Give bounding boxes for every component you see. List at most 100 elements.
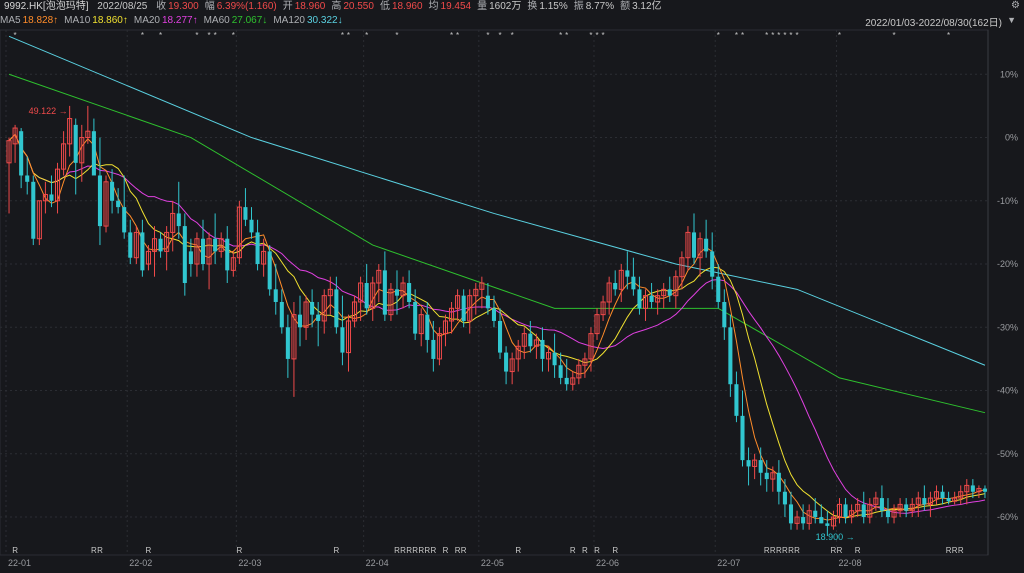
event-r-mark: R	[430, 546, 436, 555]
candle-body	[316, 314, 321, 321]
candle-body	[825, 523, 830, 526]
candle-body	[540, 339, 545, 359]
candle-body	[116, 200, 121, 208]
candle-body	[225, 238, 230, 271]
candle-body	[25, 175, 30, 182]
candle-body	[431, 339, 436, 359]
candle-body	[243, 207, 248, 220]
event-star-mark: *	[735, 31, 738, 40]
event-star-mark: *	[195, 31, 198, 40]
candle-body	[716, 276, 721, 302]
event-star-mark: *	[141, 31, 144, 40]
candle-body	[425, 314, 430, 340]
candle-body	[110, 181, 115, 201]
candle-body	[213, 238, 218, 252]
x-tick-label: 22-07	[717, 558, 740, 568]
max-price-label: 49.122 →	[29, 106, 68, 116]
candle-body	[485, 295, 490, 309]
x-tick-label: 22-04	[366, 558, 389, 568]
event-star-mark: *	[947, 31, 950, 40]
event-star-mark: *	[232, 31, 235, 40]
event-star-mark: *	[789, 31, 792, 40]
candle-body	[776, 472, 781, 492]
event-star-mark: *	[777, 31, 780, 40]
y-tick-label: -50%	[997, 449, 1018, 459]
event-star-mark: *	[511, 31, 514, 40]
candle-body	[558, 365, 563, 378]
candle-body	[407, 283, 412, 302]
x-tick-label: 22-08	[838, 558, 861, 568]
candle-body	[310, 301, 315, 315]
y-tick-label: 0%	[1005, 133, 1018, 143]
candle-body	[782, 491, 787, 505]
candle-body	[649, 295, 654, 302]
candle-body	[364, 283, 369, 309]
candle-body	[279, 301, 284, 328]
candle-body	[91, 131, 96, 176]
event-star-mark: *	[717, 31, 720, 40]
event-r-mark: R	[333, 546, 339, 555]
event-star-mark: *	[214, 31, 217, 40]
candle-body	[176, 213, 181, 227]
candle-body	[49, 194, 54, 201]
event-star-mark: *	[208, 31, 211, 40]
y-tick-label: -40%	[997, 386, 1018, 396]
y-tick-label: -10%	[997, 196, 1018, 206]
event-star-mark: *	[795, 31, 798, 40]
x-tick-label: 22-06	[596, 558, 619, 568]
x-tick-label: 22-02	[129, 558, 152, 568]
candle-body	[340, 327, 345, 353]
candle-body	[813, 510, 818, 518]
candle-body	[552, 352, 557, 366]
y-tick-label: -30%	[997, 322, 1018, 332]
candle-body	[382, 270, 387, 315]
event-r-mark: R	[12, 546, 18, 555]
candle-body	[879, 498, 884, 511]
candle-body	[758, 460, 763, 473]
candle-body	[667, 289, 672, 296]
event-r-mark: R	[236, 546, 242, 555]
event-star-mark: *	[498, 31, 501, 40]
candle-body	[498, 320, 503, 353]
candlestick-chart[interactable]: 10% 0% -10% -20% -30% -40% -50% -60% 22-01 22-02 2…	[0, 0, 1024, 573]
event-r-mark: R	[443, 546, 449, 555]
event-r-mark: R	[461, 546, 467, 555]
candle-body	[613, 283, 618, 290]
candle-body	[940, 491, 945, 499]
event-star-mark: *	[602, 31, 605, 40]
candle-body	[625, 270, 630, 277]
event-star-mark: *	[589, 31, 592, 40]
event-star-mark: *	[14, 31, 17, 40]
candle-body	[97, 175, 102, 227]
event-star-mark: *	[486, 31, 489, 40]
x-tick-label: 22-05	[481, 558, 504, 568]
plot-frame	[0, 29, 989, 556]
event-r-mark: R	[146, 546, 152, 555]
candle-body	[843, 504, 848, 518]
candle-body	[73, 124, 78, 163]
candle-body	[922, 498, 927, 505]
candle-body	[885, 510, 891, 518]
candle-body	[764, 472, 769, 480]
candle-body	[31, 181, 36, 239]
event-r-mark: R	[594, 546, 600, 555]
candle-body	[394, 289, 400, 296]
candle-body	[631, 276, 636, 290]
candle-body	[158, 238, 163, 252]
candle-body	[413, 301, 418, 334]
event-star-mark: *	[395, 31, 398, 40]
event-star-mark: *	[771, 31, 774, 40]
candle-body	[140, 232, 145, 271]
candle-body	[504, 352, 509, 372]
candle-body	[904, 504, 909, 511]
event-star-mark: *	[765, 31, 768, 40]
event-star-mark: *	[456, 31, 459, 40]
ma-line	[8, 133, 986, 519]
min-price-label: 18.900 →	[816, 532, 855, 542]
event-star-mark: *	[365, 31, 368, 40]
x-tick-label: 22-01	[8, 558, 31, 568]
candle-body	[273, 289, 278, 302]
y-tick-label: 10%	[1000, 69, 1018, 79]
candle-body	[637, 289, 642, 309]
candle-body	[182, 226, 187, 284]
